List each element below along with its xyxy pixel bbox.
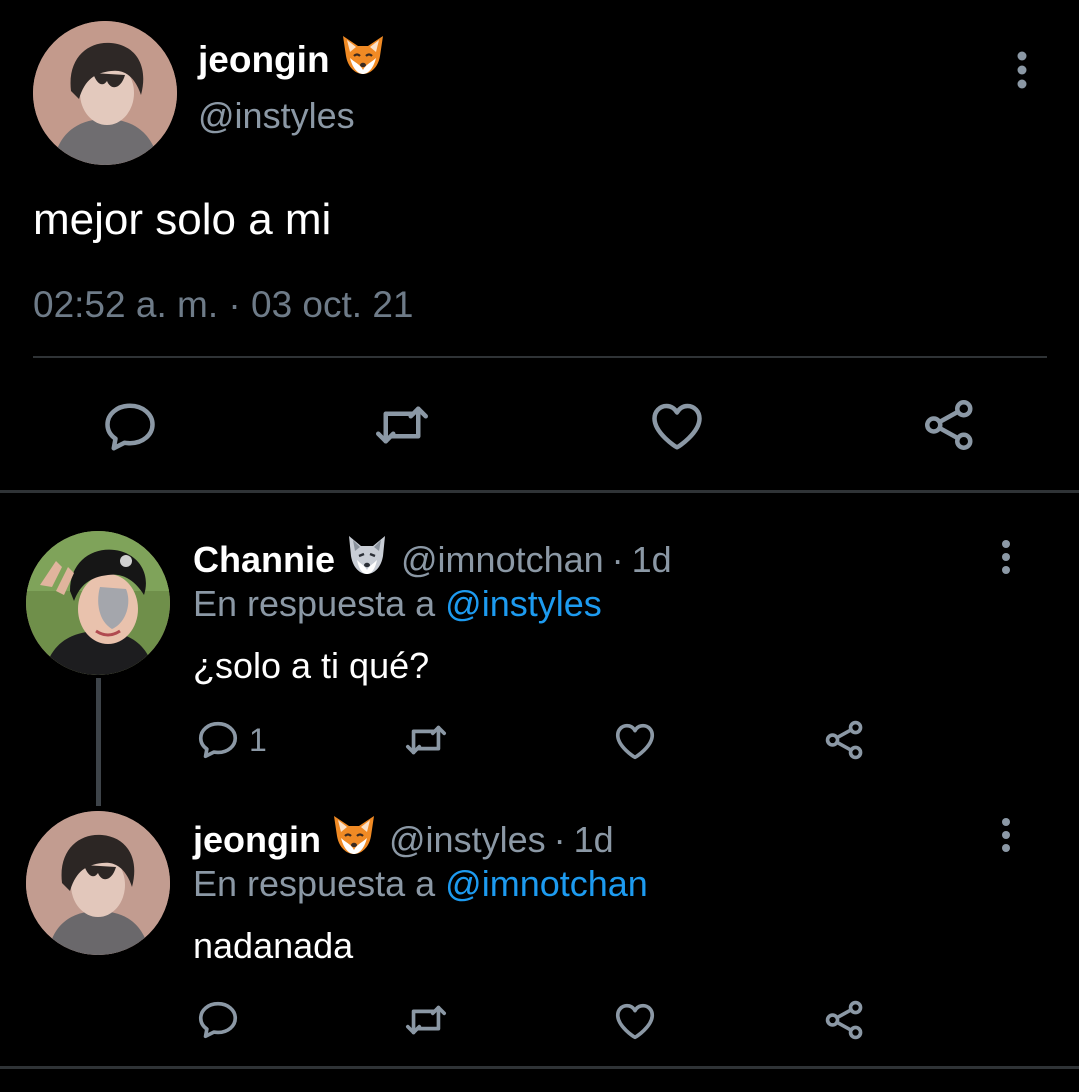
tweet-text: mejor solo a mi <box>33 195 332 244</box>
reply-button[interactable] <box>100 397 160 457</box>
heart-icon <box>615 723 655 760</box>
handle[interactable]: @instyles <box>389 819 546 861</box>
like-button[interactable] <box>612 998 658 1044</box>
avatar[interactable] <box>26 531 170 675</box>
share-button[interactable] <box>822 717 868 763</box>
separator: · <box>553 818 566 860</box>
separator: · <box>611 538 624 580</box>
tweet-timestamp[interactable]: 02:52 a. m. · 03 oct. 21 <box>33 284 414 326</box>
share-icon <box>825 1000 863 1040</box>
retweet-button[interactable] <box>403 997 449 1043</box>
mention-link[interactable]: @instyles <box>445 583 602 624</box>
in-reply-to: En respuesta a @instyles <box>193 583 602 625</box>
reply-text: ¿solo a ti qué? <box>193 645 430 686</box>
like-button[interactable] <box>647 396 707 456</box>
reply-header: jeongin @instyles · 1d <box>193 814 614 865</box>
reply-count: 1 <box>249 721 267 758</box>
speech-bubble-icon <box>195 717 241 763</box>
share-icon <box>825 720 863 760</box>
divider <box>0 490 1079 493</box>
handle[interactable]: @imnotchan <box>401 539 604 581</box>
divider <box>33 356 1047 358</box>
more-options-icon[interactable] <box>994 538 1018 578</box>
avatar[interactable] <box>33 21 177 165</box>
retweet-button[interactable] <box>372 395 432 455</box>
heart-icon <box>615 1003 655 1040</box>
avatar-image <box>33 21 177 165</box>
retweet-icon <box>405 725 447 755</box>
mention-link[interactable]: @imnotchan <box>445 863 648 904</box>
retweet-icon <box>405 1005 447 1035</box>
display-name[interactable]: jeongin <box>198 34 386 85</box>
speech-bubble-icon <box>198 1001 238 1039</box>
display-name[interactable]: Channie <box>193 539 335 581</box>
share-button[interactable] <box>822 997 868 1043</box>
share-icon <box>925 400 973 450</box>
avatar[interactable] <box>26 811 170 955</box>
like-button[interactable] <box>612 718 658 764</box>
fox-face-icon <box>331 814 377 865</box>
reply-time[interactable]: 1d <box>574 819 614 861</box>
in-reply-prefix: En respuesta a <box>193 583 436 624</box>
thread-line <box>96 678 101 806</box>
retweet-button[interactable] <box>403 717 449 763</box>
heart-icon <box>652 403 702 450</box>
wolf-face-icon <box>345 534 389 585</box>
in-reply-prefix: En respuesta a <box>193 863 436 904</box>
more-options-icon[interactable] <box>994 816 1018 856</box>
display-name[interactable]: jeongin <box>193 819 321 861</box>
reply-time[interactable]: 1d <box>632 539 672 581</box>
display-name-text[interactable]: jeongin <box>198 39 330 81</box>
divider <box>0 1066 1079 1069</box>
in-reply-to: En respuesta a @imnotchan <box>193 863 648 905</box>
reply-text: nadanada <box>193 925 354 966</box>
share-button[interactable] <box>920 395 980 455</box>
avatar-image <box>26 811 170 955</box>
reply-button[interactable] <box>195 997 241 1043</box>
reply-header: Channie @imnotchan · 1d <box>193 534 672 585</box>
speech-bubble-icon <box>105 403 155 451</box>
retweet-icon <box>376 406 428 444</box>
more-options-icon[interactable] <box>1008 50 1036 90</box>
avatar-image <box>26 531 170 675</box>
reply-button[interactable]: 1 <box>195 717 267 763</box>
fox-face-icon <box>340 34 386 85</box>
handle[interactable]: @instyles <box>198 95 355 137</box>
